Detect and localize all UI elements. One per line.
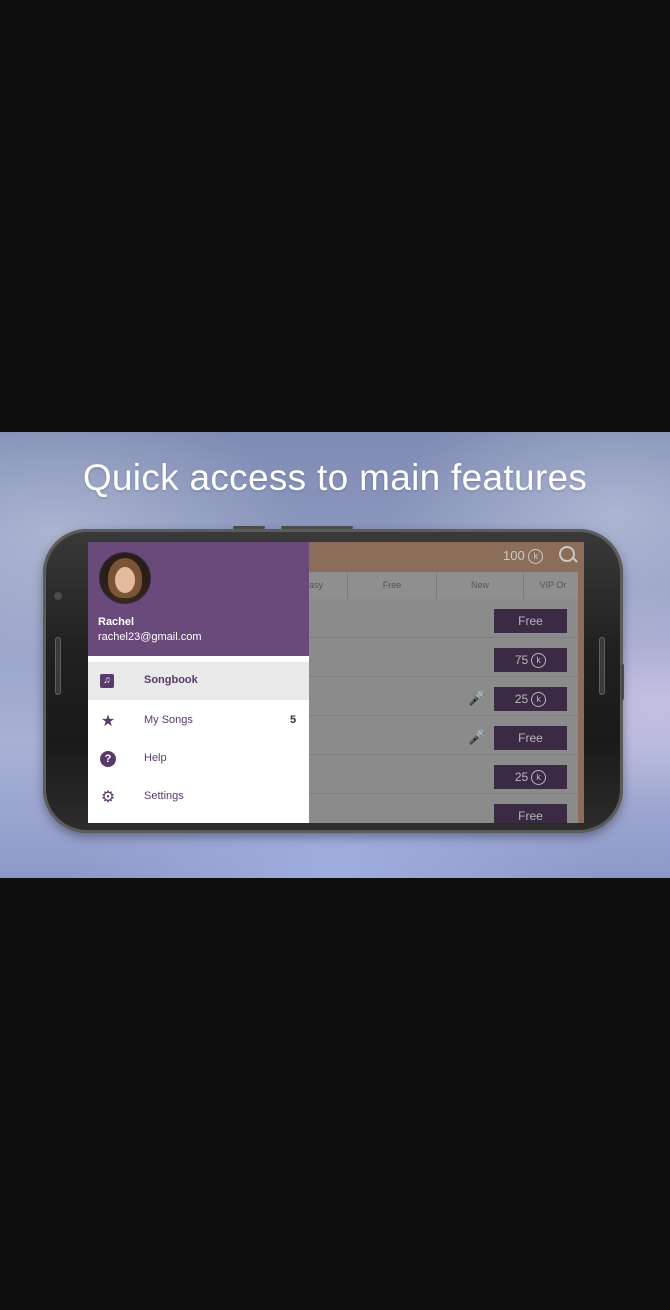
drawer-header: Rachel rachel23@gmail.com (88, 542, 309, 656)
price-button[interactable]: 75 k (494, 648, 567, 672)
phone-speaker-left (55, 637, 61, 695)
tab-vip[interactable]: VIP Or (524, 572, 582, 599)
coin-icon: k (528, 549, 544, 565)
coin-icon: k (531, 770, 547, 786)
price-button[interactable]: Free (494, 804, 567, 823)
tab-new[interactable]: New (437, 572, 524, 599)
menu-item-my-songs[interactable]: ★ My Songs 5 (88, 702, 309, 740)
menu-item-label: My Songs (144, 714, 193, 726)
avatar[interactable] (99, 552, 151, 604)
price-label: Free (518, 809, 543, 823)
menu-item-help[interactable]: ? Help (88, 740, 309, 778)
scroll-edge (578, 572, 584, 823)
promo-banner: Quick access to main features 100 k asy … (0, 432, 670, 878)
phone-frame: 100 k asy Free New VIP Or Free 75 k 🎤 25 k 🎤 Fr… (43, 526, 624, 833)
microphone-icon: 🎤 (468, 729, 486, 745)
price-button[interactable]: Free (494, 609, 567, 633)
tab-free[interactable]: Free (348, 572, 437, 599)
user-email: rachel23@gmail.com (98, 631, 202, 643)
phone-top-button (233, 526, 265, 529)
price-button[interactable]: Free (494, 726, 567, 750)
gear-icon: ⚙ (100, 789, 116, 806)
price-label: 25 (514, 692, 529, 706)
price-label: Free (518, 731, 543, 745)
phone-camera (54, 592, 62, 600)
coin-icon: k (531, 653, 547, 669)
navigation-drawer: Rachel rachel23@gmail.com ♫ Songbook ★ M… (88, 542, 309, 823)
menu-item-settings[interactable]: ⚙ Settings (88, 778, 309, 816)
music-note-icon: ♫ (100, 674, 114, 688)
phone-side-button (621, 664, 624, 700)
avatar-face (115, 567, 135, 593)
price-label: 75 (514, 653, 529, 667)
banner-headline: Quick access to main features (82, 457, 588, 498)
user-name: Rachel (98, 616, 135, 628)
price-label: Free (518, 614, 543, 628)
price-button[interactable]: 25 k (494, 765, 567, 789)
price-label: 25 (514, 770, 529, 784)
phone-speaker-right (599, 637, 605, 695)
star-icon: ★ (100, 713, 116, 730)
coin-icon: k (531, 692, 547, 708)
price-button[interactable]: 25 k (494, 687, 567, 711)
microphone-icon: 🎤 (468, 690, 486, 706)
coin-balance[interactable]: 100 k (503, 548, 544, 565)
search-icon[interactable] (559, 546, 575, 562)
tab-easy[interactable]: asy (309, 572, 348, 599)
phone-screen: 100 k asy Free New VIP Or Free 75 k 🎤 25 k 🎤 Fr… (88, 542, 584, 823)
help-icon: ? (100, 751, 116, 767)
phone-top-button-2 (281, 526, 353, 529)
menu-item-label: Help (144, 752, 167, 764)
coin-balance-value: 100 (503, 548, 525, 563)
menu-item-songbook[interactable]: ♫ Songbook (88, 662, 309, 700)
menu-item-label: Settings (144, 790, 184, 802)
menu-item-label: Songbook (144, 674, 198, 686)
my-songs-count: 5 (290, 714, 297, 726)
